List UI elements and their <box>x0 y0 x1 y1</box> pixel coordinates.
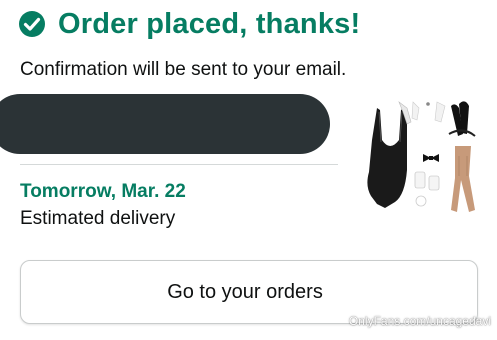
confirmation-header: Order placed, thanks! <box>18 6 360 42</box>
product-image[interactable] <box>355 100 490 220</box>
delivery-date: Tomorrow, Mar. 22 <box>20 181 186 202</box>
confirmation-message: Confirmation will be sent to your email. <box>20 59 347 80</box>
redacted-shipping-address <box>0 94 330 154</box>
watermark: OnlyFans.com/uncagedavi <box>348 314 491 328</box>
go-to-orders-label: Go to your orders <box>167 280 323 303</box>
check-circle-icon <box>18 10 46 38</box>
divider <box>20 164 338 165</box>
page-title: Order placed, thanks! <box>58 7 361 40</box>
delivery-label: Estimated delivery <box>20 208 176 229</box>
